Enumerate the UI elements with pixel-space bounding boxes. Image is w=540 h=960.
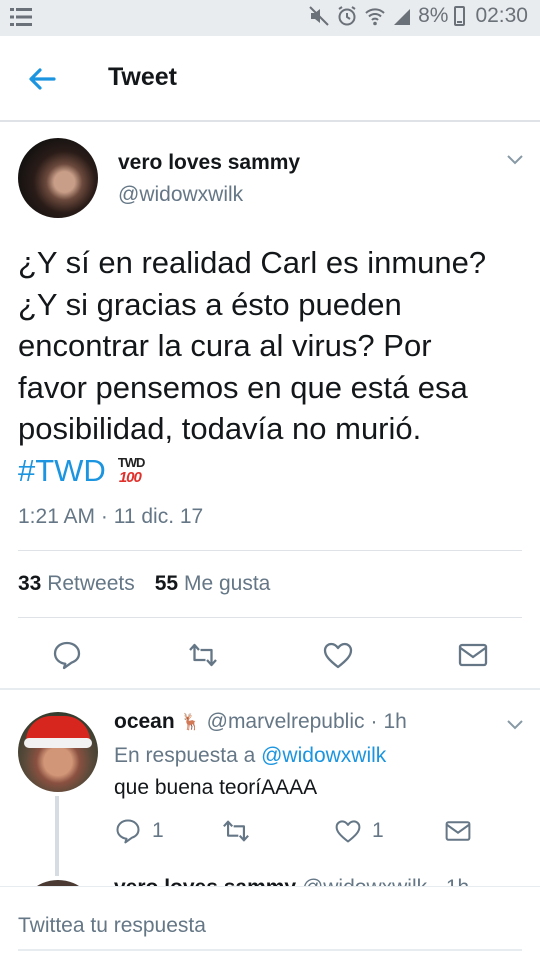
chevron-down-icon[interactable]	[506, 153, 524, 165]
app-bar: Tweet	[0, 36, 540, 122]
retweets-stat[interactable]: 33 Retweets	[18, 572, 135, 596]
reply-icon	[116, 819, 140, 844]
alarm-icon	[336, 5, 358, 27]
tweet-text-line: encontrar la cura al virus? Por	[18, 328, 432, 363]
tweet-text-line: posibilidad, todavía no murió.	[18, 411, 422, 446]
mention-link[interactable]: @widowxwilk	[261, 744, 386, 767]
likes-stat[interactable]: 55 Me gusta	[155, 572, 271, 596]
reply-author-avatar[interactable]	[18, 712, 98, 792]
tweet-text: ¿Y sí en realidad Carl es inmune? ¿Y si …	[18, 242, 528, 450]
reply-composer	[0, 886, 540, 960]
direct-message-icon[interactable]	[457, 640, 489, 670]
thread-line	[55, 796, 59, 876]
like-count: 1	[372, 819, 384, 842]
reply-count: 1	[152, 819, 164, 842]
reply-author-name[interactable]: ocean	[114, 710, 175, 734]
author-avatar[interactable]	[18, 138, 98, 218]
reply-header: ocean 🦌 @marvelrepublic · 1h	[114, 710, 407, 734]
tweet-text-line: favor pensemos en que está esa	[18, 369, 468, 405]
reply-author-handle[interactable]: @marvelrepublic	[207, 710, 365, 734]
signal-icon	[392, 5, 412, 27]
tweet-text-line: ¿Y sí en realidad Carl es inmune?	[18, 245, 487, 280]
hashtag-link[interactable]: #TWD	[18, 453, 106, 489]
reply-icon[interactable]	[51, 640, 83, 670]
retweet-icon[interactable]	[187, 640, 219, 670]
tweet-text-line: ¿Y si gracias a ésto pueden	[18, 286, 402, 322]
mute-icon	[308, 5, 330, 27]
divider	[18, 617, 522, 618]
reindeer-emoji-icon: 🦌	[180, 714, 201, 731]
battery-icon	[454, 6, 466, 26]
notification-list-icon	[10, 7, 32, 32]
wifi-icon	[364, 5, 386, 27]
twd-hashflag-icon: TWD 100	[117, 455, 146, 486]
status-bar: 8% 02:30	[0, 0, 540, 36]
direct-message-icon	[445, 821, 471, 841]
reply-time: 1h	[383, 710, 407, 733]
author-name[interactable]: vero loves sammy	[118, 151, 300, 175]
tweet-timestamp: 1:21 AM · 11 dic. 17	[18, 505, 204, 528]
page-title: Tweet	[108, 63, 177, 91]
reply-retweet-action[interactable]	[221, 816, 261, 846]
section-separator	[0, 688, 540, 690]
reply-dm-action[interactable]	[444, 816, 472, 846]
author-handle[interactable]: @widowxwilk	[118, 183, 243, 207]
arrow-left-icon[interactable]	[24, 64, 60, 94]
reply-reply-action[interactable]: 1	[114, 816, 164, 846]
chevron-down-icon[interactable]	[506, 718, 524, 730]
reply-input[interactable]	[18, 911, 522, 951]
battery-text: 8%	[418, 4, 449, 27]
in-reply-to: En respuesta a @widowxwilk	[114, 744, 387, 767]
divider	[18, 550, 522, 551]
retweet-icon	[223, 820, 249, 842]
clock-time: 02:30	[475, 4, 528, 27]
tweet-stats: 33 Retweets 55 Me gusta	[18, 572, 270, 596]
like-icon[interactable]	[322, 640, 354, 670]
reply-like-action[interactable]: 1	[334, 816, 384, 846]
like-icon	[335, 820, 361, 843]
reply-text: que buena teoríAAAA	[114, 776, 318, 799]
